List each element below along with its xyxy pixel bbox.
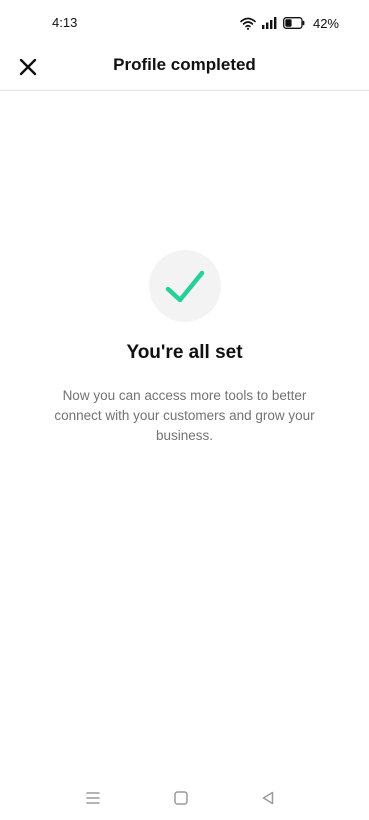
status-icons: 42% <box>240 15 339 31</box>
status-bar: 4:13 42% <box>0 0 369 46</box>
home-icon <box>174 791 188 805</box>
checkmark-icon <box>165 270 205 303</box>
status-time: 4:13 <box>52 15 78 30</box>
wifi-icon <box>240 17 256 30</box>
nav-back-button[interactable] <box>258 788 278 808</box>
battery-fill <box>285 19 292 27</box>
nav-menu-button[interactable] <box>83 788 103 808</box>
header: Profile completed <box>0 46 369 91</box>
system-nav-bar <box>0 776 369 820</box>
battery-icon <box>283 17 305 29</box>
menu-icon <box>86 792 100 804</box>
success-title: You're all set <box>126 342 243 363</box>
nav-home-button[interactable] <box>171 788 191 808</box>
back-icon <box>262 791 274 805</box>
success-message: Now you can access more tools to better … <box>54 388 315 443</box>
success-icon-container <box>149 250 221 322</box>
signal-icon <box>261 17 277 29</box>
battery-percent: 42% <box>312 15 339 31</box>
page-title: Profile completed <box>113 55 256 74</box>
